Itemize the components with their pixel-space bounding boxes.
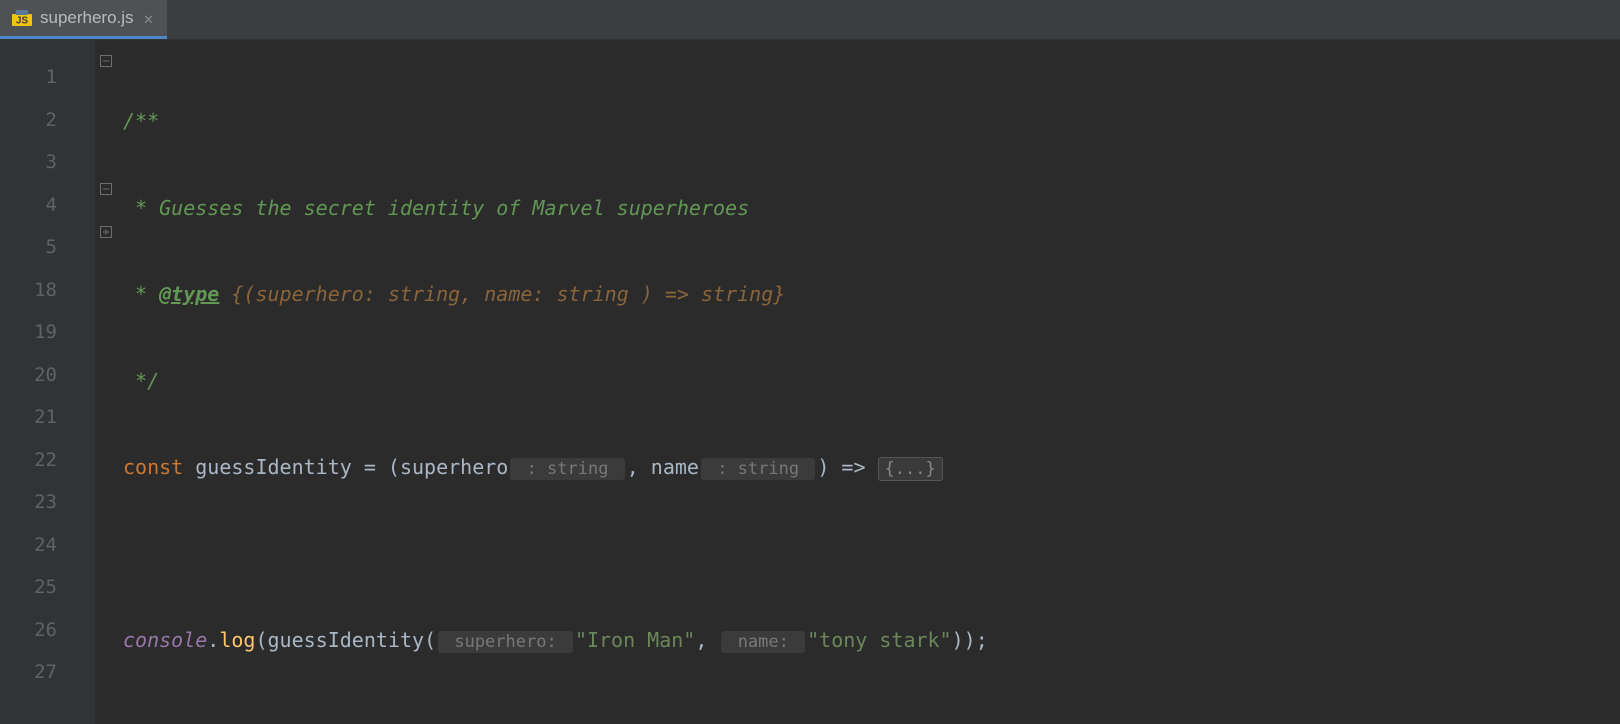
line-number: 27 <box>0 651 95 694</box>
line-number: 1 <box>0 56 95 99</box>
line-number: 3 <box>0 141 95 184</box>
file-tab[interactable]: JS superhero.js ✕ <box>0 0 167 39</box>
tab-bar: JS superhero.js ✕ <box>0 0 1620 40</box>
line-number: 20 <box>0 354 95 397</box>
fold-end-icon[interactable] <box>97 180 115 198</box>
line-number: 18 <box>0 269 95 312</box>
type-hint: : string <box>510 458 624 480</box>
code-line: /** <box>123 100 1620 143</box>
code-line: console.log(guessIdentity( superhero: "I… <box>123 619 1620 662</box>
code-line <box>123 533 1620 576</box>
line-number: 24 <box>0 524 95 567</box>
line-number: 19 <box>0 311 95 354</box>
code-line: * Guesses the secret identity of Marvel … <box>123 187 1620 230</box>
code-line: */ <box>123 360 1620 403</box>
close-icon[interactable]: ✕ <box>142 9 156 28</box>
js-file-icon: JS <box>12 8 32 28</box>
line-number: 2 <box>0 99 95 142</box>
fold-expand-icon[interactable] <box>97 223 115 241</box>
folded-code[interactable]: {...} <box>878 457 943 481</box>
line-number: 21 <box>0 396 95 439</box>
editor-area: 1 2 3 4 5 18 19 20 21 22 23 24 25 26 27 … <box>0 40 1620 724</box>
code-line: const guessIdentity = (superhero : strin… <box>123 446 1620 489</box>
line-number-gutter: 1 2 3 4 5 18 19 20 21 22 23 24 25 26 27 <box>0 40 95 724</box>
line-number: 5 <box>0 226 95 269</box>
fold-gutter <box>95 40 119 724</box>
fold-collapse-icon[interactable] <box>97 52 115 70</box>
code-area[interactable]: /** * Guesses the secret identity of Mar… <box>119 40 1620 724</box>
code-line <box>123 706 1620 724</box>
line-number: 23 <box>0 481 95 524</box>
line-number: 22 <box>0 439 95 482</box>
param-hint: name: <box>721 631 805 653</box>
tab-filename: superhero.js <box>40 8 134 28</box>
line-number: 26 <box>0 609 95 652</box>
line-number: 4 <box>0 184 95 227</box>
type-hint: : string <box>701 458 815 480</box>
code-line: * @type {(superhero: string, name: strin… <box>123 273 1620 316</box>
svg-text:JS: JS <box>16 16 29 27</box>
line-number: 25 <box>0 566 95 609</box>
param-hint: superhero: <box>438 631 573 653</box>
